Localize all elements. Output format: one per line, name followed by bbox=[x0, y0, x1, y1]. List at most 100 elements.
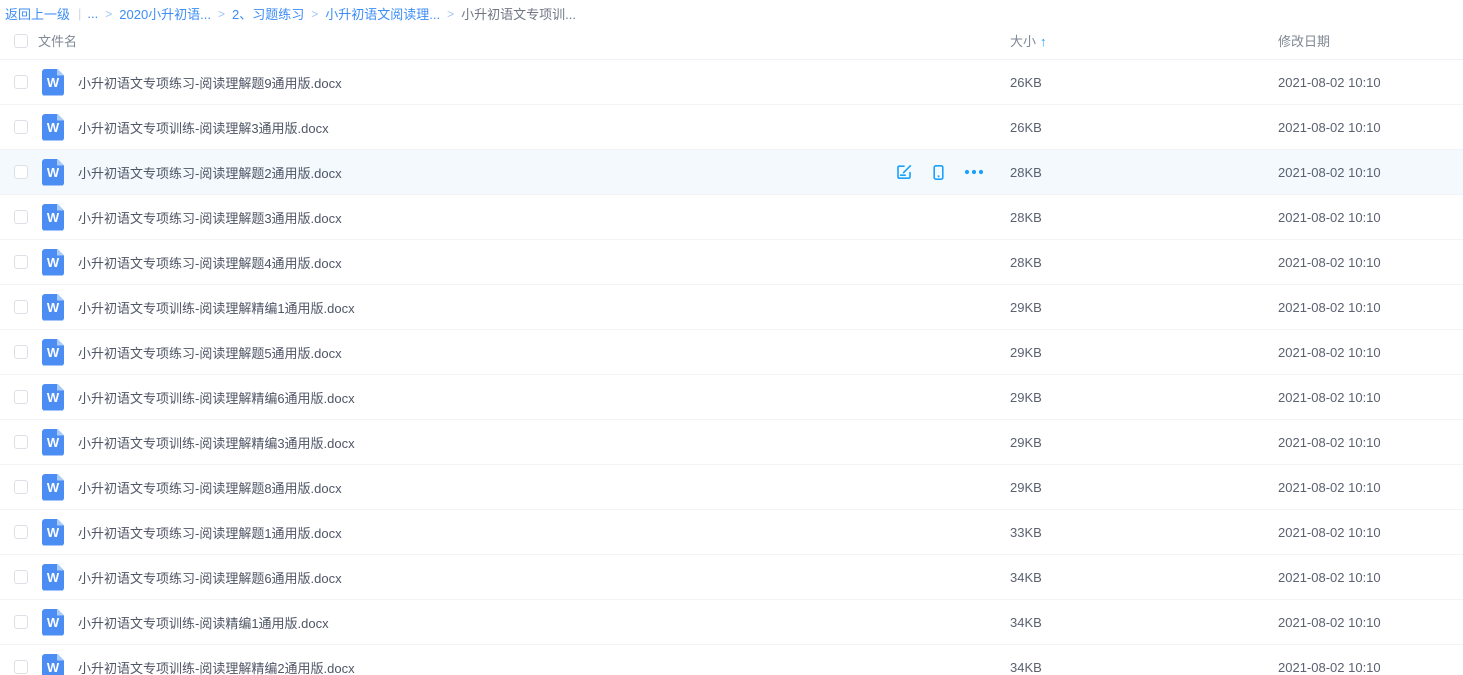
table-row[interactable]: W 小升初语文专项练习-阅读理解题4通用版.docx bbox=[0, 240, 1463, 285]
table-row[interactable]: W 小升初语文专项练习-阅读理解题3通用版.docx bbox=[0, 195, 1463, 240]
table-row[interactable]: W 小升初语文专项训练-阅读理解精编3通用版.docx bbox=[0, 420, 1463, 465]
table-row[interactable]: W 小升初语文专项练习-阅读理解题6通用版.docx bbox=[0, 555, 1463, 600]
file-size: 28KB bbox=[1010, 165, 1278, 180]
word-document-icon: W bbox=[42, 204, 64, 231]
word-document-icon: W bbox=[42, 564, 64, 591]
more-actions-icon[interactable] bbox=[964, 169, 984, 175]
file-size: 29KB bbox=[1010, 435, 1278, 450]
table-row[interactable]: W 小升初语文专项练习-阅读理解题1通用版.docx bbox=[0, 510, 1463, 555]
breadcrumb-current: 小升初语文专项训... bbox=[461, 4, 576, 23]
table-row[interactable]: W 小升初语文专项练习-阅读理解题2通用版.docx bbox=[0, 150, 1463, 195]
select-all-checkbox[interactable] bbox=[14, 34, 28, 48]
file-size: 29KB bbox=[1010, 345, 1278, 360]
file-size: 28KB bbox=[1010, 255, 1278, 270]
breadcrumb-links: ... >2020小升初语... >2、习题练习 > 小升初语文阅读理... > bbox=[87, 4, 461, 23]
row-checkbox[interactable] bbox=[14, 165, 28, 179]
table-row[interactable]: W 小升初语文专项训练-阅读理解精编2通用版.docx bbox=[0, 645, 1463, 675]
table-row[interactable]: W 小升初语文专项训练-阅读理解3通用版.docx bbox=[0, 105, 1463, 150]
file-date: 2021-08-02 10:10 bbox=[1278, 210, 1463, 225]
file-size: 34KB bbox=[1010, 660, 1278, 675]
file-name[interactable]: 小升初语文专项训练-阅读理解精编6通用版.docx bbox=[78, 388, 355, 407]
word-document-icon: W bbox=[42, 609, 64, 636]
file-date: 2021-08-02 10:10 bbox=[1278, 615, 1463, 630]
send-to-phone-icon[interactable] bbox=[930, 164, 947, 181]
table-row[interactable]: W 小升初语文专项训练-阅读精编1通用版.docx bbox=[0, 600, 1463, 645]
file-name[interactable]: 小升初语文专项练习-阅读理解题9通用版.docx bbox=[78, 73, 342, 92]
file-size: 34KB bbox=[1010, 615, 1278, 630]
breadcrumb-separator: > bbox=[311, 7, 318, 21]
row-checkbox[interactable] bbox=[14, 480, 28, 494]
file-size: 33KB bbox=[1010, 525, 1278, 540]
breadcrumb-link[interactable]: 2、习题练习 bbox=[232, 4, 304, 23]
file-name[interactable]: 小升初语文专项练习-阅读理解题4通用版.docx bbox=[78, 253, 342, 272]
row-checkbox[interactable] bbox=[14, 525, 28, 539]
file-name[interactable]: 小升初语文专项训练-阅读理解精编3通用版.docx bbox=[78, 433, 355, 452]
file-name[interactable]: 小升初语文专项练习-阅读理解题3通用版.docx bbox=[78, 208, 342, 227]
file-name[interactable]: 小升初语文专项训练-阅读精编1通用版.docx bbox=[78, 613, 329, 632]
file-name[interactable]: 小升初语文专项训练-阅读理解精编2通用版.docx bbox=[78, 658, 355, 675]
sort-ascending-icon[interactable]: ↑ bbox=[1040, 34, 1047, 49]
word-document-icon: W bbox=[42, 429, 64, 456]
file-list: W 小升初语文专项练习-阅读理解题9通用版.docx bbox=[0, 60, 1463, 675]
file-date: 2021-08-02 10:10 bbox=[1278, 345, 1463, 360]
column-header-date[interactable]: 修改日期 bbox=[1278, 31, 1463, 50]
row-checkbox[interactable] bbox=[14, 390, 28, 404]
file-date: 2021-08-02 10:10 bbox=[1278, 255, 1463, 270]
file-name[interactable]: 小升初语文专项练习-阅读理解题2通用版.docx bbox=[78, 163, 342, 182]
row-actions bbox=[895, 163, 984, 181]
table-row[interactable]: W 小升初语文专项训练-阅读理解精编6通用版.docx bbox=[0, 375, 1463, 420]
breadcrumb-back-link[interactable]: 返回上一级 bbox=[5, 4, 70, 23]
row-checkbox[interactable] bbox=[14, 255, 28, 269]
file-date: 2021-08-02 10:10 bbox=[1278, 300, 1463, 315]
file-date: 2021-08-02 10:10 bbox=[1278, 525, 1463, 540]
word-document-icon: W bbox=[42, 159, 64, 186]
row-checkbox[interactable] bbox=[14, 345, 28, 359]
column-header-size[interactable]: 大小↑ bbox=[1010, 31, 1278, 50]
row-checkbox[interactable] bbox=[14, 570, 28, 584]
word-document-icon: W bbox=[42, 654, 64, 675]
row-checkbox[interactable] bbox=[14, 210, 28, 224]
row-checkbox[interactable] bbox=[14, 660, 28, 674]
word-document-icon: W bbox=[42, 69, 64, 96]
row-checkbox[interactable] bbox=[14, 615, 28, 629]
row-checkbox[interactable] bbox=[14, 300, 28, 314]
file-size: 26KB bbox=[1010, 120, 1278, 135]
file-name[interactable]: 小升初语文专项练习-阅读理解题1通用版.docx bbox=[78, 523, 342, 542]
file-size: 29KB bbox=[1010, 480, 1278, 495]
file-date: 2021-08-02 10:10 bbox=[1278, 390, 1463, 405]
file-size: 28KB bbox=[1010, 210, 1278, 225]
table-row[interactable]: W 小升初语文专项练习-阅读理解题8通用版.docx bbox=[0, 465, 1463, 510]
file-name[interactable]: 小升初语文专项练习-阅读理解题6通用版.docx bbox=[78, 568, 342, 587]
breadcrumb-separator: > bbox=[105, 7, 112, 21]
file-size: 29KB bbox=[1010, 390, 1278, 405]
row-checkbox[interactable] bbox=[14, 120, 28, 134]
row-checkbox[interactable] bbox=[14, 75, 28, 89]
word-document-icon: W bbox=[42, 114, 64, 141]
word-document-icon: W bbox=[42, 519, 64, 546]
file-name[interactable]: 小升初语文专项练习-阅读理解题8通用版.docx bbox=[78, 478, 342, 497]
breadcrumb-separator: > bbox=[218, 7, 225, 21]
breadcrumb-link[interactable]: 2020小升初语... bbox=[119, 4, 211, 23]
file-date: 2021-08-02 10:10 bbox=[1278, 480, 1463, 495]
table-row[interactable]: W 小升初语文专项练习-阅读理解题5通用版.docx bbox=[0, 330, 1463, 375]
file-name[interactable]: 小升初语文专项训练-阅读理解精编1通用版.docx bbox=[78, 298, 355, 317]
file-date: 2021-08-02 10:10 bbox=[1278, 120, 1463, 135]
file-name[interactable]: 小升初语文专项练习-阅读理解题5通用版.docx bbox=[78, 343, 342, 362]
table-row[interactable]: W 小升初语文专项训练-阅读理解精编1通用版.docx bbox=[0, 285, 1463, 330]
word-document-icon: W bbox=[42, 384, 64, 411]
table-header: 文件名 大小↑ 修改日期 bbox=[0, 22, 1463, 60]
file-date: 2021-08-02 10:10 bbox=[1278, 435, 1463, 450]
breadcrumb-separator: > bbox=[447, 7, 454, 21]
word-document-icon: W bbox=[42, 339, 64, 366]
row-checkbox[interactable] bbox=[14, 435, 28, 449]
file-date: 2021-08-02 10:10 bbox=[1278, 570, 1463, 585]
breadcrumb-link[interactable]: 小升初语文阅读理... bbox=[325, 4, 440, 23]
column-header-name[interactable]: 文件名 bbox=[38, 31, 77, 50]
table-row[interactable]: W 小升初语文专项练习-阅读理解题9通用版.docx bbox=[0, 60, 1463, 105]
edit-icon[interactable] bbox=[895, 163, 913, 181]
word-document-icon: W bbox=[42, 294, 64, 321]
file-size: 26KB bbox=[1010, 75, 1278, 90]
file-name[interactable]: 小升初语文专项训练-阅读理解3通用版.docx bbox=[78, 118, 329, 137]
file-date: 2021-08-02 10:10 bbox=[1278, 75, 1463, 90]
breadcrumb-link[interactable]: ... bbox=[87, 6, 98, 21]
